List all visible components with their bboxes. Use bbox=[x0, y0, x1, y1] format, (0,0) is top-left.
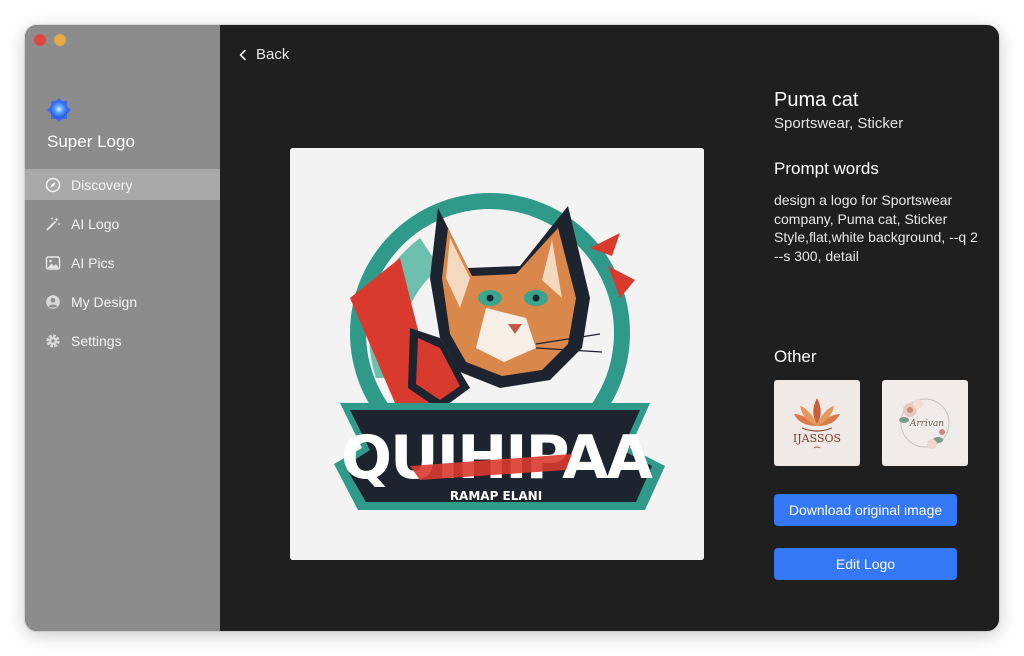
sidebar-item-ai-pics[interactable]: AI Pics bbox=[25, 247, 220, 278]
logo-preview-image: QUIHIPAA RAMAP ELANI bbox=[290, 148, 704, 560]
app-name: Super Logo bbox=[47, 132, 135, 151]
lotus-logo-image: IJASSOS bbox=[793, 398, 841, 449]
thumbnail-text: IJASSOS bbox=[793, 432, 841, 445]
main-content: Back QUIHIPAA RAMAP ELANI Puma cat Sport… bbox=[220, 25, 999, 631]
back-button[interactable]: Back bbox=[238, 46, 289, 63]
sidebar: Super Logo Discovery AI Logo AI Pics My … bbox=[25, 25, 220, 631]
download-original-image-button[interactable]: Download original image bbox=[774, 494, 957, 526]
chevron-left-icon bbox=[239, 49, 246, 60]
sidebar-item-ai-logo[interactable]: AI Logo bbox=[25, 208, 220, 239]
sidebar-item-settings[interactable]: Settings bbox=[25, 325, 220, 356]
minimize-window-button[interactable] bbox=[54, 34, 66, 46]
sidebar-item-label: AI Pics bbox=[71, 254, 115, 271]
app-window: Super Logo Discovery AI Logo AI Pics My … bbox=[25, 25, 999, 631]
prompt-text: design a logo for Sportswear company, Pu… bbox=[774, 192, 978, 264]
back-label: Back bbox=[256, 46, 290, 63]
sidebar-nav: Discovery AI Logo AI Pics My Design Sett… bbox=[25, 169, 220, 364]
app-logo-icon bbox=[47, 98, 71, 122]
logo-tags: Sportswear, Sticker bbox=[774, 115, 904, 132]
sidebar-item-label: Settings bbox=[71, 332, 122, 349]
floral-wreath-logo-image: Arrivan bbox=[899, 398, 950, 449]
sidebar-item-label: Discovery bbox=[71, 176, 133, 193]
image-icon bbox=[45, 255, 61, 270]
sidebar-item-label: AI Logo bbox=[71, 215, 120, 232]
prompt-heading: Prompt words bbox=[774, 159, 879, 178]
compass-icon bbox=[45, 177, 61, 192]
window-controls bbox=[34, 34, 66, 46]
logo-title: Puma cat bbox=[774, 89, 859, 111]
other-logo-thumbnail[interactable]: IJASSOS bbox=[774, 380, 860, 466]
user-icon bbox=[46, 294, 60, 309]
magic-wand-icon bbox=[46, 217, 60, 230]
edit-logo-button[interactable]: Edit Logo bbox=[774, 548, 957, 580]
other-logo-thumbnail[interactable]: Arrivan bbox=[882, 380, 968, 466]
gear-icon bbox=[46, 333, 60, 348]
close-window-button[interactable] bbox=[34, 34, 46, 46]
thumbnail-text: Arrivan bbox=[909, 419, 944, 429]
sidebar-item-discovery[interactable]: Discovery bbox=[25, 169, 220, 200]
sidebar-item-my-design[interactable]: My Design bbox=[25, 286, 220, 317]
puma-cat-logo-image: QUIHIPAA RAMAP ELANI bbox=[290, 148, 704, 560]
logo-wordmark: QUIHIPAA bbox=[341, 423, 653, 493]
sidebar-item-label: My Design bbox=[71, 293, 138, 310]
other-heading: Other bbox=[774, 347, 817, 366]
logo-tagline: RAMAP ELANI bbox=[450, 489, 542, 503]
